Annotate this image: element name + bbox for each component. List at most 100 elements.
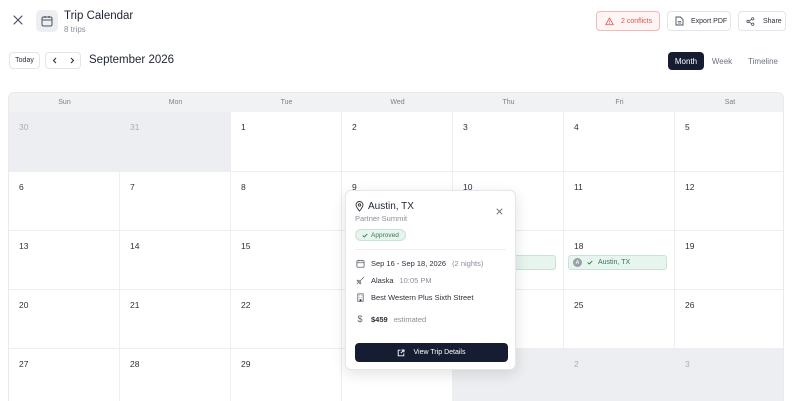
flight-row: Alaska 10:05 PM — [355, 275, 432, 285]
calendar-day-cell[interactable]: 25 — [564, 290, 675, 349]
external-link-icon — [398, 349, 405, 356]
day-number: 27 — [19, 359, 29, 369]
check-icon — [587, 260, 593, 265]
popover-close-button[interactable] — [496, 202, 503, 220]
day-number: 15 — [241, 241, 251, 251]
calendar-day-cell[interactable]: 19 — [675, 231, 783, 290]
calendar-day-cell[interactable]: 2 — [564, 349, 675, 401]
trip-dates-row: Sep 16 - Sep 18, 2026 (2 nights) — [355, 258, 483, 268]
day-number: 5 — [685, 122, 690, 132]
day-number: 12 — [685, 182, 695, 192]
day-number: 7 — [130, 182, 135, 192]
calendar-day-cell[interactable]: 6 — [9, 172, 120, 231]
status-badge: Approved — [355, 229, 406, 241]
day-number: 11 — [574, 182, 583, 192]
day-number: 22 — [241, 300, 251, 310]
share-button[interactable]: Share — [738, 11, 786, 31]
calendar-day-cell[interactable]: 13 — [9, 231, 120, 290]
next-month-button[interactable] — [63, 53, 80, 68]
calendar-day-cell[interactable]: 22 — [231, 290, 342, 349]
building-icon — [355, 292, 365, 302]
map-pin-icon — [355, 201, 364, 212]
share-icon — [746, 16, 755, 26]
traveler-avatar: A — [573, 258, 582, 267]
weekday-label: Thu — [502, 99, 515, 106]
calendar-day-cell[interactable]: 14 — [120, 231, 231, 290]
calendar-day-cell[interactable]: 3 — [675, 349, 783, 401]
calendar-day-cell[interactable]: 4 — [564, 112, 675, 172]
cost-row: $ $459 estimated — [355, 314, 426, 324]
calendar-icon — [355, 258, 365, 268]
conflicts-label: 2 conflicts — [621, 17, 653, 25]
day-number: 13 — [19, 241, 29, 251]
trip-dates: Sep 16 - Sep 18, 2026 — [371, 258, 447, 268]
calendar-day-cell[interactable]: 3 — [453, 112, 564, 172]
calendar-day-cell[interactable]: 26 — [675, 290, 783, 349]
calendar-day-cell[interactable]: 1 — [231, 112, 342, 172]
day-number: 3 — [685, 359, 690, 369]
day-number: 25 — [574, 300, 584, 310]
day-number: 8 — [241, 182, 246, 192]
day-number: 3 — [463, 122, 468, 132]
conflicts-button[interactable]: 2 conflicts — [596, 11, 660, 31]
calendar-day-cell[interactable]: 30 — [9, 112, 120, 172]
weekday-header: Sun Mon Tue Wed Thu Fri Sat — [9, 93, 783, 112]
export-label: Export PDF — [691, 17, 728, 25]
weekday-label: Sun — [58, 99, 71, 106]
day-number: 2 — [574, 359, 579, 369]
page-header: Trip Calendar 8 trips 2 conflicts Export… — [0, 0, 800, 46]
airline: Alaska — [371, 275, 394, 285]
hotel-row: Best Western Plus Sixth Street — [355, 292, 473, 302]
month-title: September 2026 — [89, 54, 175, 66]
calendar-day-cell[interactable]: 12 — [675, 172, 783, 231]
day-number: 31 — [130, 122, 140, 132]
day-number: 4 — [574, 122, 579, 132]
export-pdf-button[interactable]: Export PDF — [667, 11, 731, 31]
day-number: 19 — [685, 241, 695, 251]
view-timeline-button[interactable]: Timeline — [740, 52, 786, 70]
day-number: 29 — [241, 359, 251, 369]
calendar-day-cell[interactable]: 21 — [120, 290, 231, 349]
view-month-button[interactable]: Month — [668, 52, 704, 70]
cost-note: estimated — [393, 314, 427, 324]
status-label: Approved — [371, 231, 399, 239]
calendar-day-cell[interactable]: 15 — [231, 231, 342, 290]
close-icon — [496, 208, 503, 215]
calendar-day-cell[interactable]: 31 — [120, 112, 231, 172]
calendar-day-cell[interactable]: 7 — [120, 172, 231, 231]
today-button[interactable]: Today — [9, 52, 40, 69]
weekday-label: Mon — [168, 99, 183, 106]
calendar-day-cell[interactable]: 2 — [342, 112, 453, 172]
calendar-day-cell[interactable]: 8 — [231, 172, 342, 231]
day-number: 28 — [130, 359, 140, 369]
calendar-day-cell[interactable]: 27 — [9, 349, 120, 401]
weekday-label: Wed — [390, 99, 405, 106]
calendar-icon — [36, 10, 58, 32]
view-week-button[interactable]: Week — [704, 52, 740, 70]
calendar-day-cell[interactable]: 29 — [231, 349, 342, 401]
month-navigation — [45, 52, 81, 69]
calendar-day-cell[interactable]: 28 — [120, 349, 231, 401]
document-icon — [675, 16, 684, 26]
day-number: 21 — [130, 300, 140, 310]
calendar-day-cell[interactable]: 20 — [9, 290, 120, 349]
view-trip-details-button[interactable]: View Trip Details — [355, 343, 508, 362]
popover-city: Austin, TX — [368, 201, 414, 212]
day-number: 20 — [19, 300, 29, 310]
trip-event-label: Austin, TX — [598, 259, 631, 266]
trip-event-austin[interactable]: A Austin, TX — [568, 255, 667, 270]
dollar-icon: $ — [357, 314, 363, 324]
trip-nights: (2 nights) — [452, 258, 484, 268]
previous-month-button[interactable] — [46, 53, 63, 68]
calendar-day-cell[interactable]: 11 — [564, 172, 675, 231]
chevron-right-icon — [70, 57, 74, 64]
day-number: 6 — [19, 182, 24, 192]
calendar-day-cell[interactable]: 5 — [675, 112, 783, 172]
trip-cost: $459 — [371, 314, 388, 324]
close-button[interactable] — [10, 12, 26, 28]
chevron-left-icon — [52, 57, 56, 64]
trip-popover: Austin, TX Partner Summit Approved Sep 1… — [345, 190, 516, 370]
view-switcher: Month Week Timeline — [668, 52, 786, 70]
trip-count: 8 trips — [64, 25, 86, 34]
check-icon — [362, 233, 368, 238]
